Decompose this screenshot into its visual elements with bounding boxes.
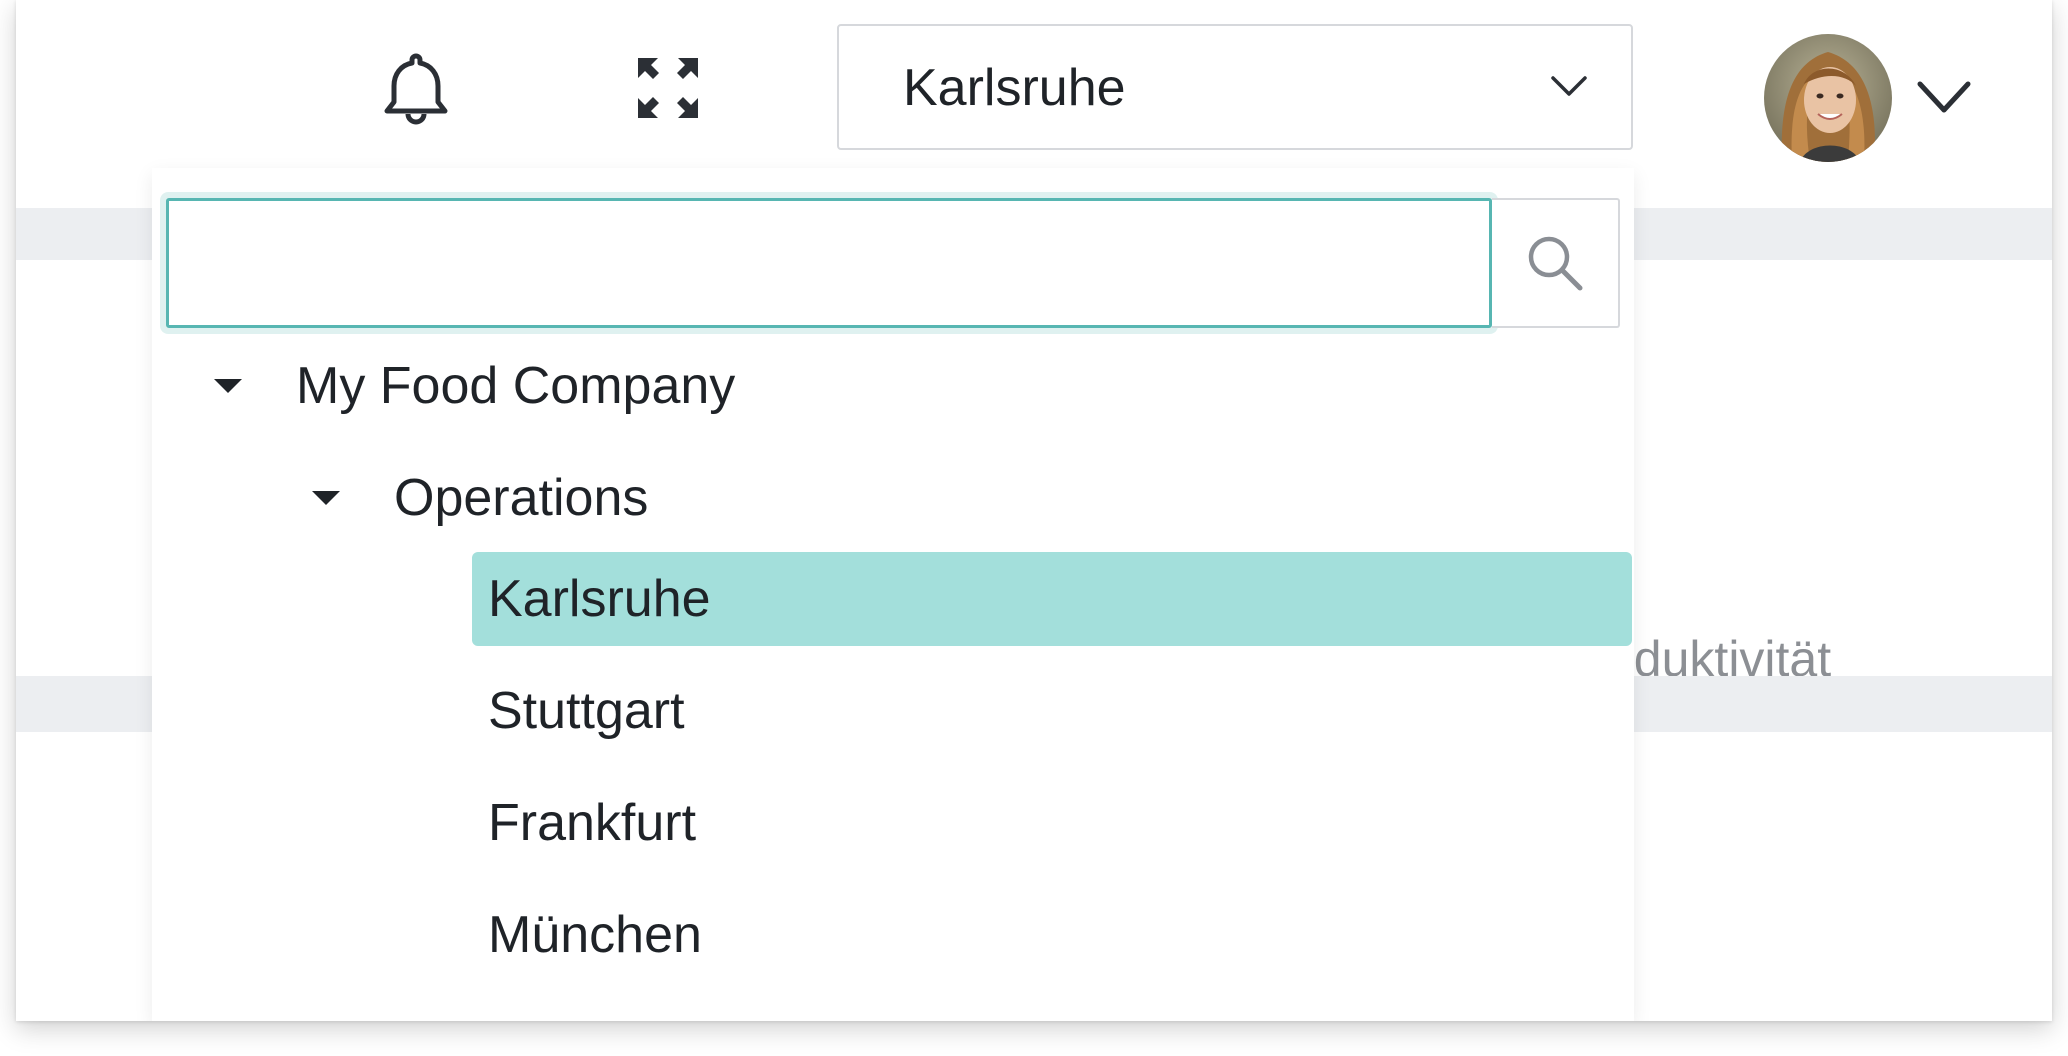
tree-item-muenchen[interactable]: München: [472, 888, 1632, 982]
location-select[interactable]: Karlsruhe: [837, 24, 1633, 150]
tree-item-stuttgart[interactable]: Stuttgart: [472, 664, 1632, 758]
caret-down-icon[interactable]: [312, 491, 340, 505]
search-icon: [1528, 236, 1583, 291]
chevron-down-icon: [1551, 76, 1587, 96]
tree-item-label: Stuttgart: [488, 682, 685, 740]
app-window: Karlsruhe oduktivität My Food Company Op…: [16, 0, 2052, 1021]
tree-node-label: My Food Company: [296, 357, 736, 415]
notifications-button[interactable]: [376, 44, 456, 132]
tree-node-company[interactable]: My Food Company: [214, 344, 735, 428]
search-button[interactable]: [1492, 198, 1620, 328]
fullscreen-button[interactable]: [626, 50, 710, 126]
location-dropdown: My Food Company Operations Karlsruhe Stu…: [152, 168, 1634, 1021]
tree-node-label: Operations: [394, 469, 649, 527]
tree-node-operations[interactable]: Operations: [312, 456, 648, 540]
tree-item-label: Karlsruhe: [488, 570, 711, 628]
tree-item-karlsruhe[interactable]: Karlsruhe: [472, 552, 1632, 646]
location-select-value: Karlsruhe: [903, 59, 1126, 117]
user-photo: [1764, 34, 1892, 162]
caret-down-icon[interactable]: [214, 379, 242, 393]
tree-item-label: München: [488, 906, 702, 964]
tree-item-frankfurt[interactable]: Frankfurt: [472, 776, 1632, 870]
expand-icon: [638, 58, 698, 118]
avatar[interactable]: [1764, 34, 1892, 162]
dropdown-search: [166, 198, 1620, 328]
search-input[interactable]: [166, 198, 1492, 328]
bell-icon: [384, 53, 448, 125]
tree-item-label: Frankfurt: [488, 794, 697, 852]
user-menu-chevron-icon[interactable]: [1912, 72, 1976, 122]
